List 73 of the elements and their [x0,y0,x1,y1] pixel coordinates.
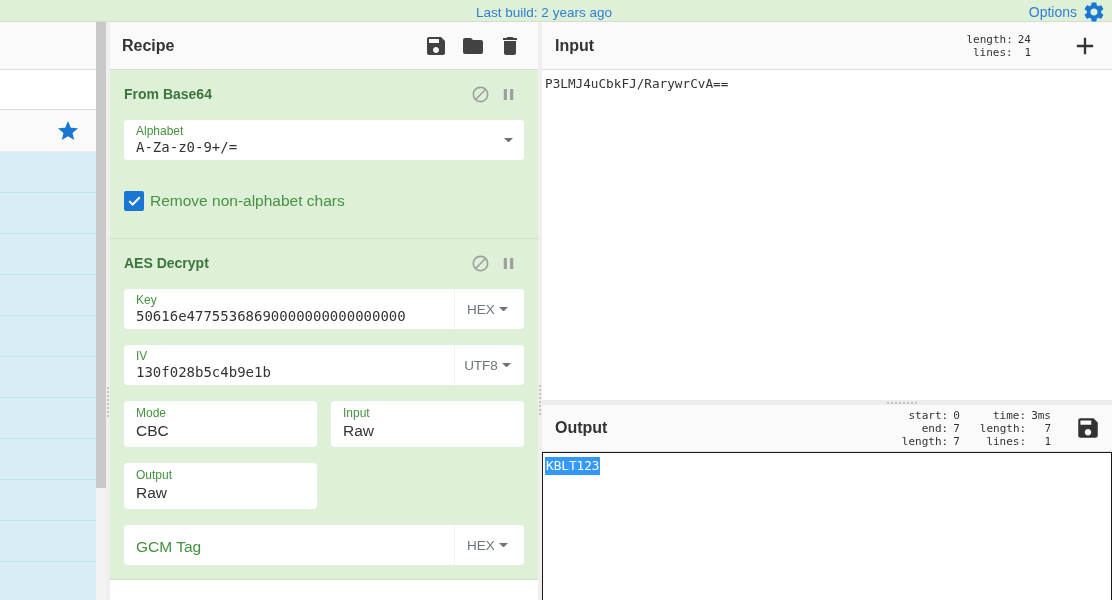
combo-field[interactable]: Alphabet A-Za-z0-9+/= [124,120,524,160]
list-row[interactable] [0,193,96,234]
select-input[interactable]: Raw [136,482,305,503]
list-row[interactable] [0,234,96,275]
list-row[interactable] [0,316,96,357]
scrollbar-track[interactable] [96,22,106,600]
text-field[interactable]: Key 50616e47755368690000000000000000 HEX [124,289,524,329]
format-dropdown[interactable]: UTF8 [454,345,524,385]
operation-title: AES Decrypt [124,255,209,271]
stat-label: length: [901,434,949,448]
select-field[interactable]: Input Raw [331,401,524,447]
select-field[interactable]: Mode CBC [124,401,317,447]
save-icon[interactable] [1075,415,1101,441]
resize-handle[interactable] [887,401,917,404]
stat-value: 0 [953,408,960,422]
field-label: Mode [136,406,168,420]
stat-value: 7 [953,434,960,448]
panel-title: Input [555,36,595,55]
list-row[interactable] [0,398,96,439]
stat-label: lines: [972,45,1013,59]
format-dropdown[interactable]: HEX [454,289,524,329]
field-label: Input [343,406,371,420]
scrollbar-thumb[interactable] [96,22,106,488]
field-label: Alphabet [136,125,185,138]
operation-block[interactable]: From Base64 Alphabet A-Za-z0-9+/= Remove non-alphabet chars [110,70,538,239]
stat-label: time: [992,408,1027,422]
ban-icon[interactable] [471,84,490,104]
options-button[interactable]: Options [1028,0,1106,24]
field-label: Output [136,468,174,482]
caret-icon [498,306,508,312]
stat-label: end: [920,421,949,435]
text-input[interactable]: 50616e47755368690000000000000000 [136,307,442,326]
list-row[interactable] [0,521,96,562]
settings-icon [1082,0,1106,24]
list-row[interactable] [0,357,96,398]
operation-title: From Base64 [124,86,212,102]
text-field[interactable]: IV 130f028b5c4b9e1b UTF8 [124,345,524,385]
stat-label: start: [907,408,949,422]
stat-value: 24 [1017,32,1031,46]
list-row[interactable] [0,275,96,316]
stat-label: lines: [985,434,1027,448]
field-label: IV [136,350,149,363]
stat-value: 7 [1043,421,1051,435]
check-icon [127,196,141,206]
text-input[interactable]: A-Za-z0-9+/= [136,138,492,157]
select-input[interactable]: Raw [343,420,512,441]
text-field[interactable]: GCM Tag HEX [124,525,524,565]
caret-icon [498,542,508,548]
stat-label: length: [979,421,1027,435]
select-field[interactable]: Output Raw [124,463,317,509]
output-text: KBLT123 [545,457,601,475]
format-dropdown[interactable]: HEX [454,525,524,565]
text-input[interactable]: GCM Tag [136,536,442,558]
caret-icon [501,362,511,368]
list-row[interactable] [0,480,96,521]
text-input[interactable]: 130f028b5c4b9e1b [136,363,442,382]
panel-title: Recipe [122,36,175,55]
list-row[interactable] [0,562,96,600]
checkbox[interactable] [124,191,144,211]
stat-value: 3ms [1031,408,1051,422]
stat-value: 1 [1043,434,1051,448]
stat-label: length: [966,32,1013,46]
category-header[interactable] [0,110,96,152]
panel-title: Output [555,419,608,437]
field-label: Key [136,294,158,307]
list-row[interactable] [0,439,96,480]
caret-icon[interactable] [504,137,513,143]
operation-block[interactable]: AES Decrypt Key 50616e47755368690000000000000000 HEX IV 130f028b5c4b9e1b UTF8 Mode CBC Input Raw Output Raw GCM Tag HEX [110,239,538,580]
stat-value: 7 [953,421,960,435]
ban-icon[interactable] [471,253,490,273]
select-input[interactable]: CBC [136,420,305,441]
stat-value: 1 [1023,45,1031,59]
build-info-link[interactable]: Last build: 2 years ago [476,4,612,20]
